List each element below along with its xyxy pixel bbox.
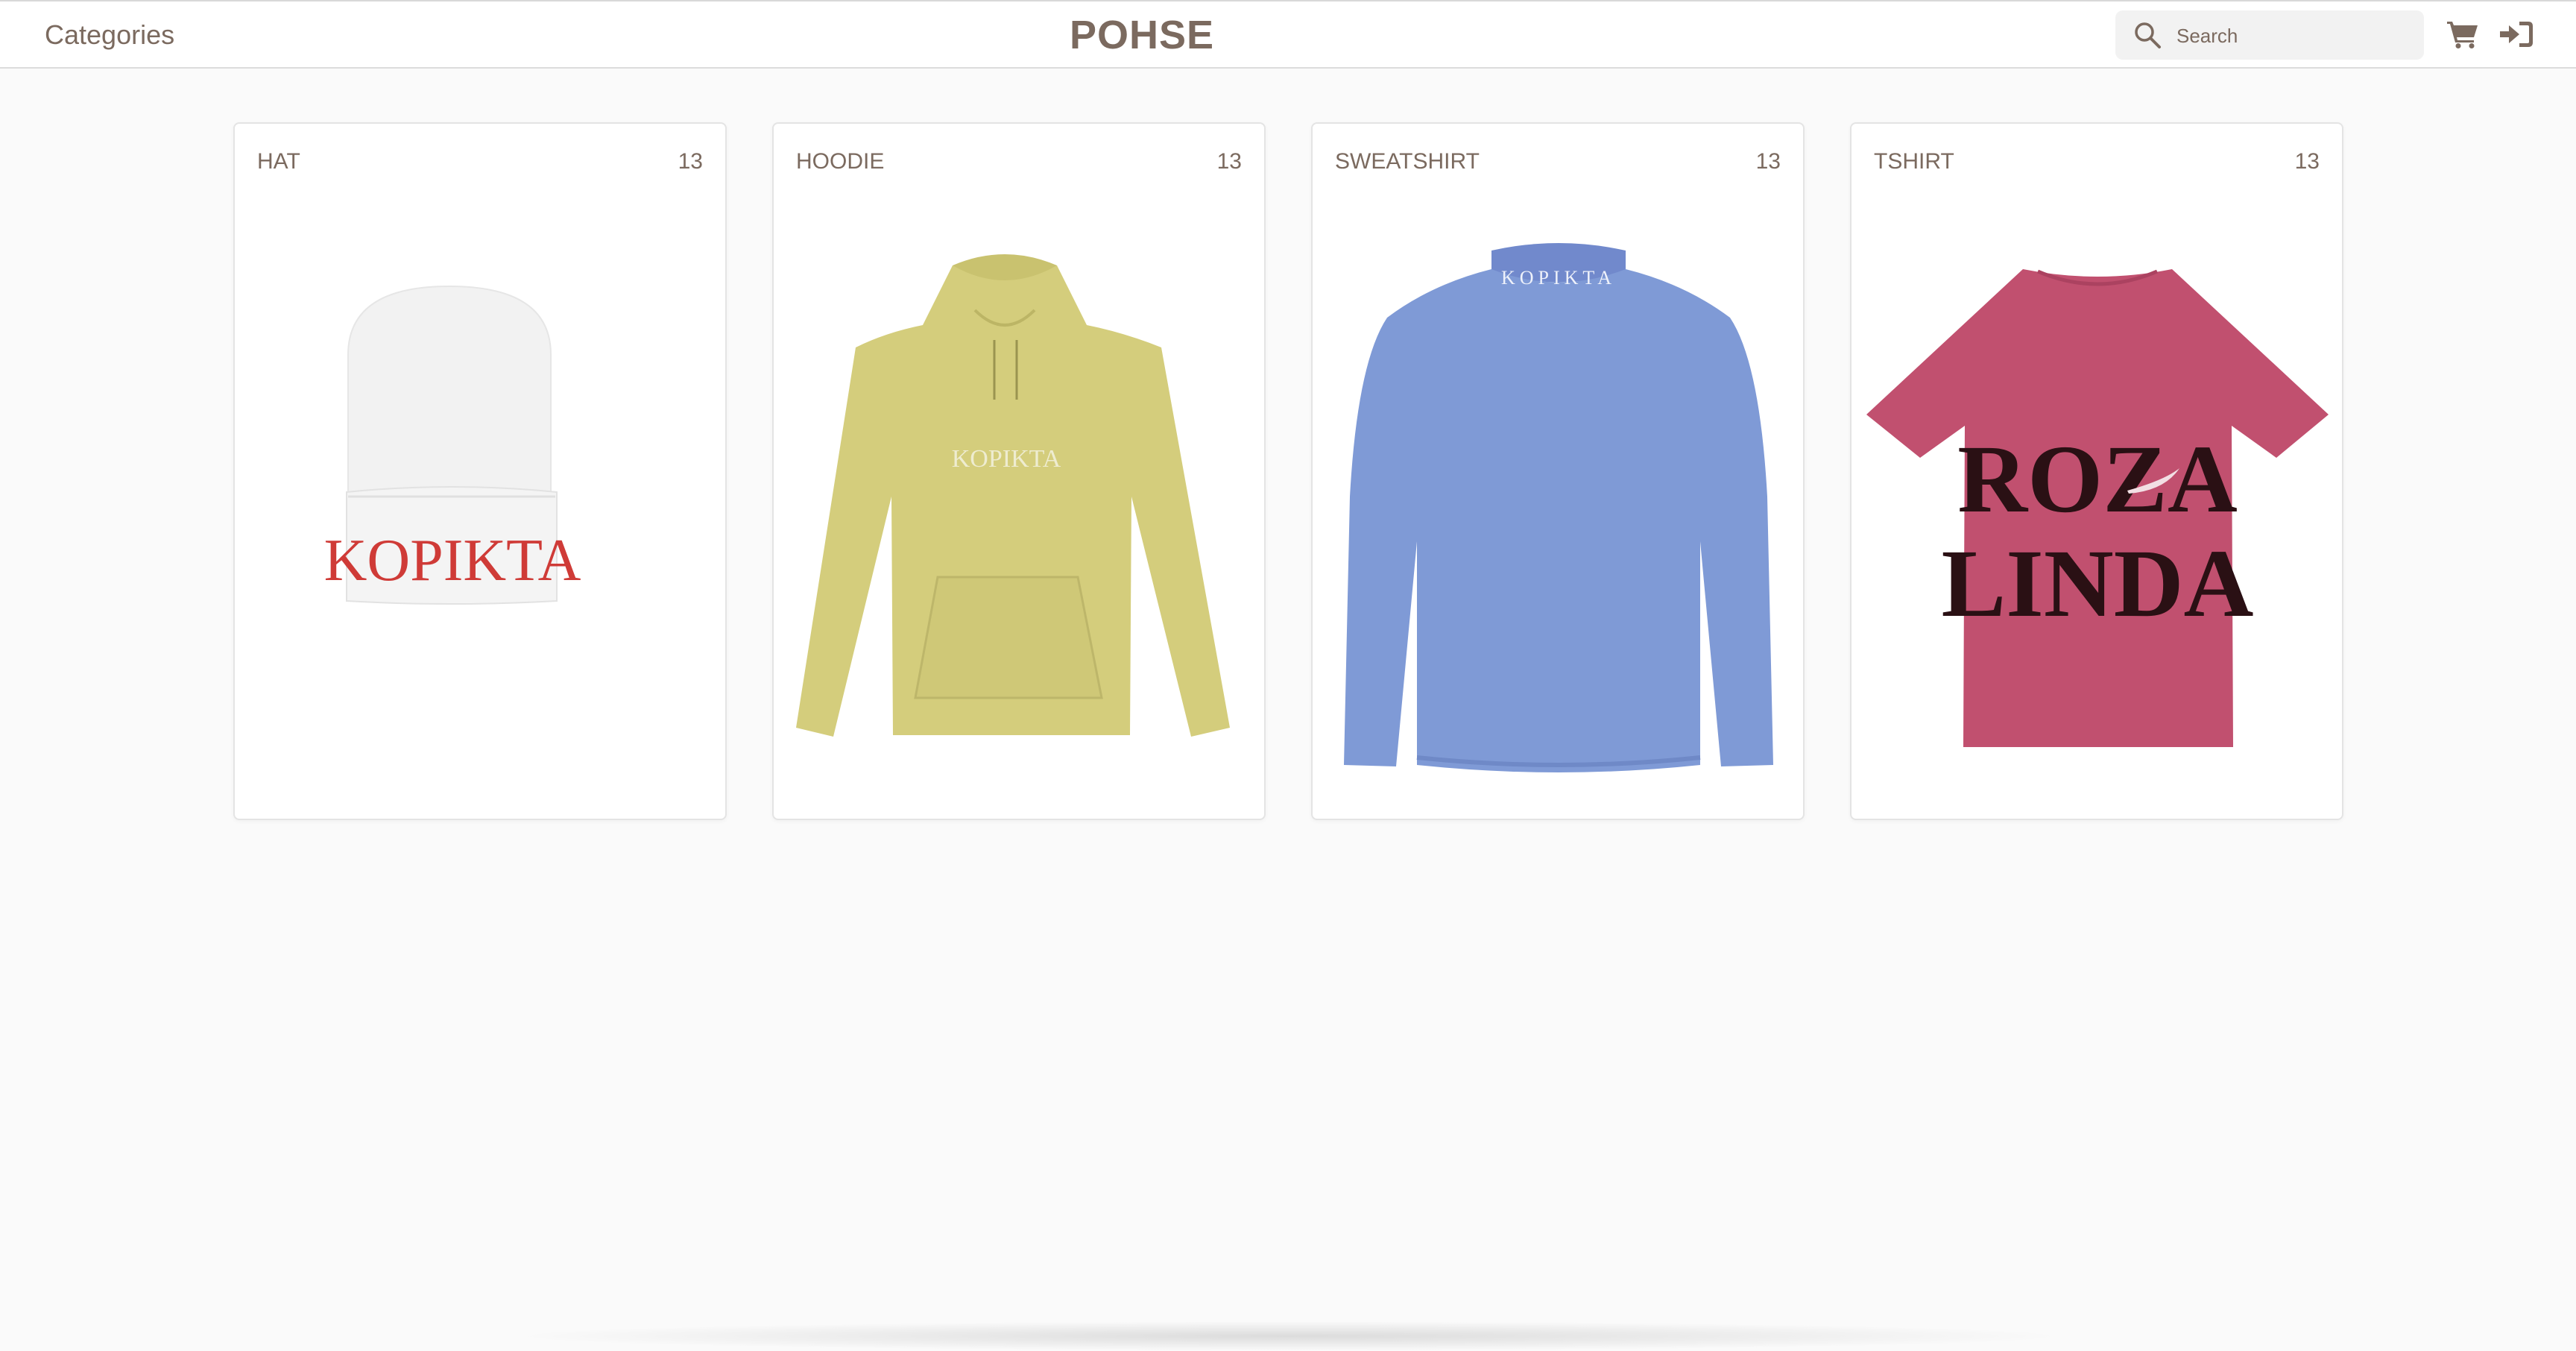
login-icon[interactable] — [2498, 19, 2534, 49]
tshirt-image: ROZA LINDA — [1866, 269, 2329, 747]
category-card-tshirt[interactable]: ROZA LINDA TSHIRT 13 — [1850, 122, 2343, 820]
category-count: 13 — [1216, 149, 1242, 174]
sweatshirt-print-text: KOPIKTA — [1501, 267, 1616, 289]
tshirt-print-line1: ROZA — [1957, 426, 2238, 533]
search-box[interactable] — [2115, 10, 2424, 60]
category-card-hat[interactable]: KOPIKTA HAT 13 — [233, 122, 727, 820]
category-name: HOODIE — [796, 149, 885, 174]
category-name: SWEATSHIRT — [1335, 149, 1480, 174]
top-navbar: Categories POHSE — [0, 0, 2576, 69]
search-icon — [2135, 22, 2161, 48]
brand-logo[interactable]: POHSE — [0, 12, 2284, 58]
hat-image: KOPIKTA — [324, 285, 581, 605]
sweatshirt-image: KOPIKTA — [1344, 243, 1773, 772]
tshirt-print-line2: LINDA — [1942, 530, 2254, 637]
category-card-hoodie[interactable]: KOPIKTA HOODIE 13 — [772, 122, 1266, 820]
category-count: 13 — [678, 149, 703, 174]
category-name: TSHIRT — [1874, 149, 1954, 174]
search-input[interactable] — [2175, 18, 2409, 54]
category-count: 13 — [2294, 149, 2320, 174]
category-card-sweatshirt[interactable]: KOPIKTA SWEATSHIRT 13 — [1311, 122, 1805, 820]
hoodie-image: KOPIKTA — [796, 254, 1230, 737]
category-count: 13 — [1755, 149, 1781, 174]
hat-print-text: KOPIKTA — [324, 528, 581, 593]
category-name: HAT — [257, 149, 300, 174]
bottom-shadow — [507, 1321, 2072, 1351]
hoodie-print-text: KOPIKTA — [952, 445, 1061, 473]
cart-icon[interactable] — [2446, 19, 2479, 49]
